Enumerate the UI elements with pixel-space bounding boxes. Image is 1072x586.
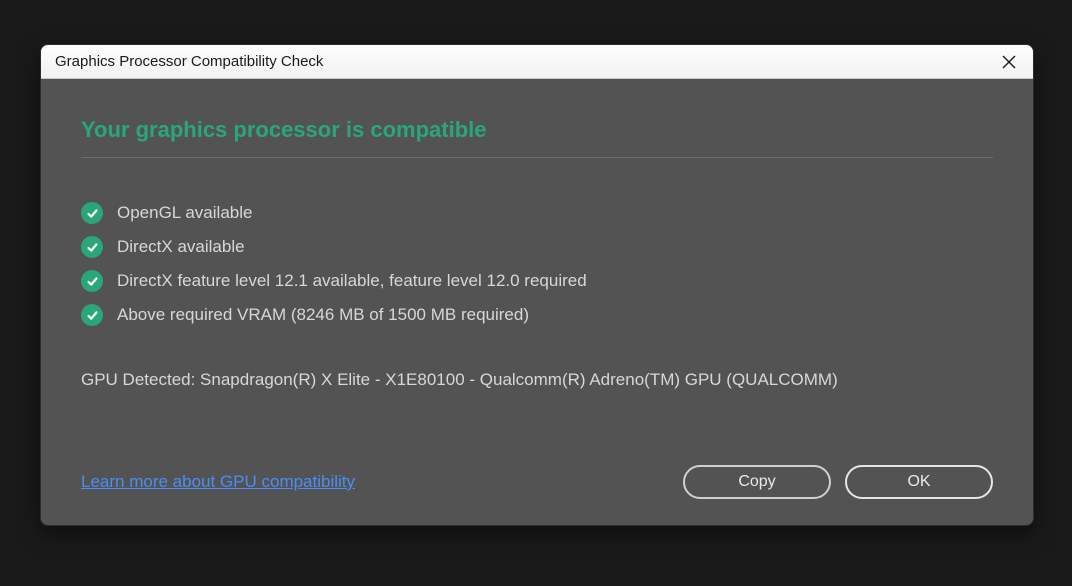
ok-button[interactable]: OK (845, 465, 993, 499)
dialog-footer: Learn more about GPU compatibility Copy … (81, 465, 993, 499)
checkmark-icon (81, 236, 103, 258)
close-icon (1002, 55, 1016, 69)
close-button[interactable] (995, 48, 1023, 76)
check-row: DirectX available (81, 236, 993, 258)
check-row: DirectX feature level 12.1 available, fe… (81, 270, 993, 292)
titlebar: Graphics Processor Compatibility Check (41, 45, 1033, 79)
gpu-detected-text: GPU Detected: Snapdragon(R) X Elite - X1… (81, 370, 993, 390)
check-label: OpenGL available (117, 203, 252, 223)
dialog-title: Graphics Processor Compatibility Check (55, 53, 995, 70)
check-row: Above required VRAM (8246 MB of 1500 MB … (81, 304, 993, 326)
check-label: DirectX feature level 12.1 available, fe… (117, 271, 587, 291)
check-label: Above required VRAM (8246 MB of 1500 MB … (117, 305, 529, 325)
checkmark-icon (81, 270, 103, 292)
dialog-content: Your graphics processor is compatible Op… (41, 79, 1033, 525)
checkmark-icon (81, 304, 103, 326)
gpu-compatibility-dialog: Graphics Processor Compatibility Check Y… (40, 44, 1034, 526)
compatibility-headline: Your graphics processor is compatible (81, 117, 993, 158)
learn-more-link[interactable]: Learn more about GPU compatibility (81, 472, 355, 492)
checks-list: OpenGL available DirectX available Direc… (81, 202, 993, 326)
checkmark-icon (81, 202, 103, 224)
check-row: OpenGL available (81, 202, 993, 224)
check-label: DirectX available (117, 237, 245, 257)
copy-button[interactable]: Copy (683, 465, 831, 499)
